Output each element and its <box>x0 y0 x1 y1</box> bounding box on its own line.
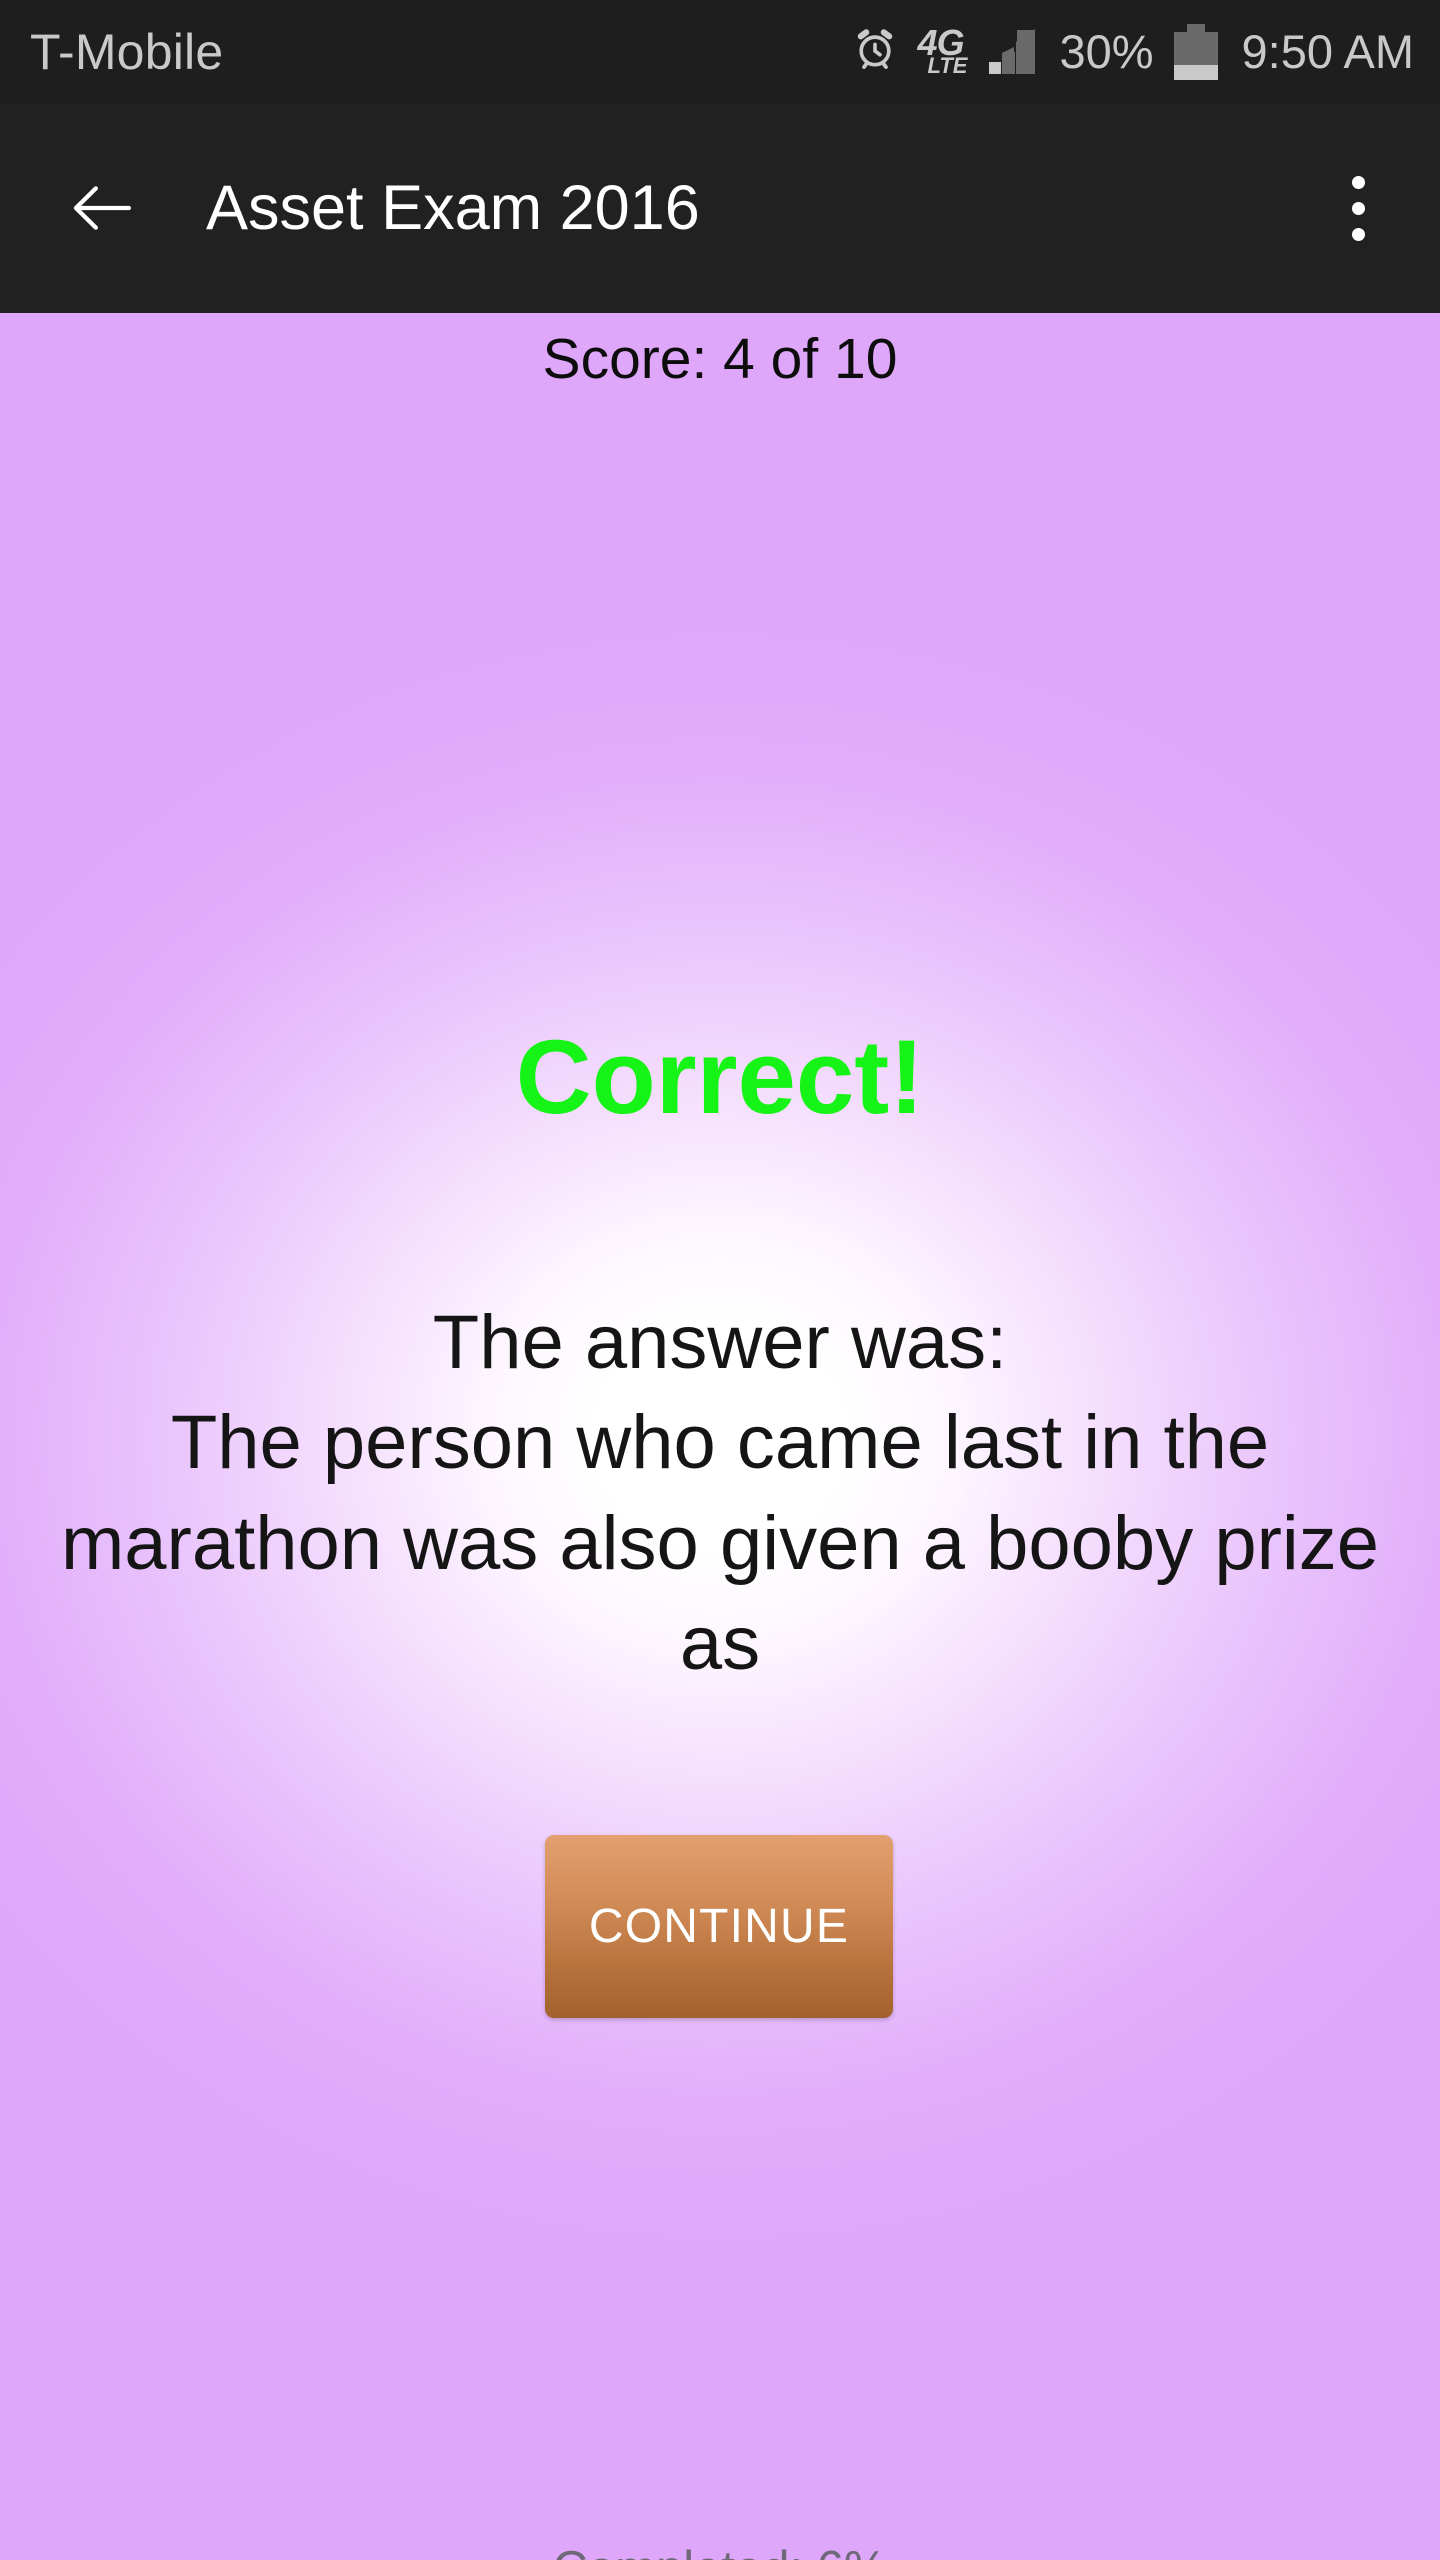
clock-label: 9:50 AM <box>1241 25 1414 78</box>
battery-cap <box>1186 23 1205 32</box>
carrier-label: T-Mobile <box>30 23 224 80</box>
arrow-left-icon <box>73 186 132 230</box>
signal-bars-icon <box>987 28 1039 76</box>
completed-label: Completed: 6% <box>0 2545 1440 2560</box>
app-bar: Asset Exam 2016 <box>0 103 1440 313</box>
overflow-dot <box>1351 175 1365 189</box>
quiz-result-panel: Score: 4 of 10 Correct! The answer was: … <box>0 313 1440 2560</box>
status-bar: T-Mobile 4G LTE 30% 9:50 AM <box>0 0 1440 103</box>
network-type-indicator: 4G LTE <box>918 25 968 79</box>
overflow-dot <box>1351 201 1365 215</box>
phone-screen: T-Mobile 4G LTE 30% 9:50 AM Asset Exam 2… <box>0 0 1440 2560</box>
overflow-dot <box>1351 227 1365 241</box>
network-standard-label: LTE <box>927 53 968 79</box>
score-label: Score: 4 of 10 <box>542 327 898 391</box>
status-bar-icons: 4G LTE 30% 9:50 AM <box>852 23 1414 80</box>
continue-button[interactable]: CONTINUE <box>545 1835 893 2018</box>
battery-percent-label: 30% <box>1059 25 1154 78</box>
more-vertical-icon[interactable] <box>1320 153 1396 263</box>
battery-icon <box>1173 23 1218 80</box>
battery-fill <box>1173 65 1218 80</box>
battery-body <box>1173 31 1218 80</box>
answer-text: The answer was: The person who came last… <box>60 1300 1380 1686</box>
result-heading: Correct! <box>515 1019 925 1136</box>
alarm-clock-icon <box>852 26 898 77</box>
page-title: Asset Exam 2016 <box>206 172 700 243</box>
back-button[interactable] <box>62 168 142 248</box>
